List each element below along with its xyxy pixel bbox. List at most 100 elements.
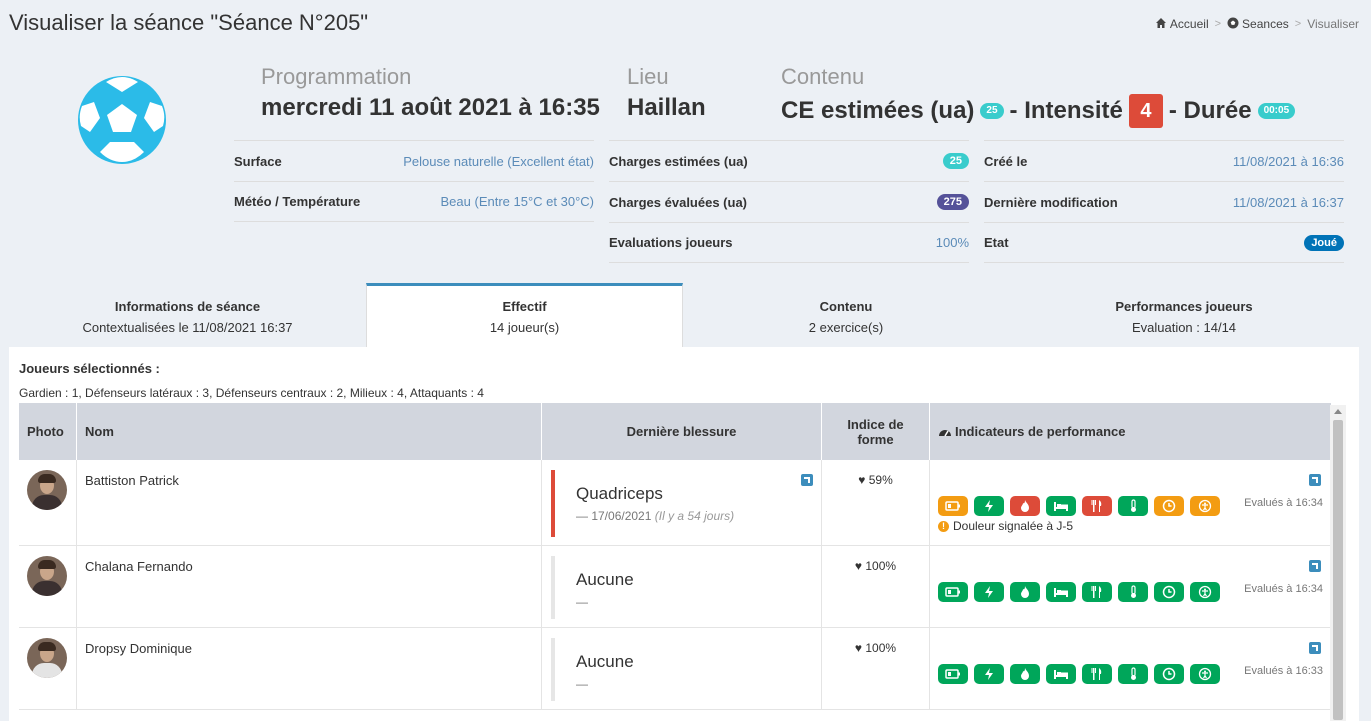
intensite-badge: 4 — [1128, 94, 1163, 128]
contenu-block: Contenu CE estimées (ua) 25 - Intensité … — [781, 64, 1301, 128]
forme-cell: ♥ 100% — [822, 628, 930, 709]
players-table: Photo Nom Dernière blessure Indice de fo… — [19, 403, 1331, 710]
injury-indicator — [551, 556, 555, 619]
info-row-charges-evaluees: Charges évaluées (ua) 275 — [609, 181, 969, 222]
tabs: Informations de séance Contextualisées l… — [9, 283, 1359, 347]
clock-icon — [1154, 496, 1184, 516]
soccer-ball-icon — [1227, 17, 1239, 29]
table-scrollbar[interactable] — [1330, 405, 1346, 721]
injury-date: — — [576, 595, 588, 609]
ce-label: CE estimées (ua) — [781, 97, 975, 124]
indicators-cell: Evalués à 16:33 — [930, 628, 1331, 709]
programmation-value: mercredi 11 août 2021 à 16:35 — [261, 94, 600, 121]
player-name[interactable]: Chalana Fernando — [85, 559, 193, 574]
tab-informations[interactable]: Informations de séance Contextualisées l… — [9, 283, 366, 347]
injury-title: Aucune — [576, 652, 634, 671]
battery-icon — [938, 496, 968, 516]
breadcrumb-current: Visualiser — [1307, 17, 1359, 31]
clock-icon — [1154, 582, 1184, 602]
photo-cell — [19, 460, 77, 545]
duree-badge: 00:05 — [1257, 103, 1296, 119]
forme-value: ♥ 100% — [854, 559, 897, 573]
breadcrumb-home[interactable]: Accueil — [1155, 17, 1209, 31]
external-link-icon[interactable] — [1309, 474, 1321, 486]
soccer-ball-icon — [76, 74, 168, 166]
info-row-etat: Etat Joué — [984, 222, 1344, 263]
injury-indicator — [551, 638, 555, 701]
external-link-icon[interactable] — [1309, 642, 1321, 654]
forme-value: ♥ 59% — [858, 473, 893, 487]
breadcrumb-separator: > — [1294, 18, 1302, 30]
thermometer-icon — [1118, 582, 1148, 602]
tab-performances[interactable]: Performances joueurs Evaluation : 14/14 — [1009, 283, 1359, 347]
name-cell: Battiston Patrick — [77, 460, 542, 545]
home-icon — [1155, 18, 1166, 28]
header-indicateurs: Indicateurs de performance — [930, 403, 1331, 460]
charges-estimees-badge: 25 — [942, 153, 969, 169]
bed-icon — [1046, 582, 1076, 602]
fire-icon — [1010, 496, 1040, 516]
info-row-meteo: Météo / Température Beau (Entre 15°C et … — [234, 181, 594, 222]
lieu-block: Lieu Haillan — [627, 64, 706, 122]
contenu-value: CE estimées (ua) 25 - Intensité 4 - Duré… — [781, 94, 1301, 128]
thermometer-icon — [1118, 664, 1148, 684]
dashboard-icon — [939, 429, 951, 436]
info-row-evaluations: Evaluations joueurs 100% — [609, 222, 969, 263]
exclamation-icon: ! — [938, 520, 949, 532]
table-row: Chalana Fernando Aucune — ♥ 100% Evalués… — [19, 546, 1331, 628]
forme-value: ♥ 100% — [854, 641, 897, 655]
scrollbar-thumb[interactable] — [1333, 420, 1343, 720]
injury-date: — — [576, 677, 588, 691]
table-header: Photo Nom Dernière blessure Indice de fo… — [19, 403, 1331, 460]
selected-players-title: Joueurs sélectionnés : — [19, 361, 160, 376]
player-name[interactable]: Dropsy Dominique — [85, 641, 192, 656]
info-mid: Charges estimées (ua) 25 Charges évaluée… — [609, 140, 969, 263]
photo-cell — [19, 546, 77, 627]
breadcrumb-separator: > — [1214, 18, 1222, 30]
photo-cell — [19, 628, 77, 709]
bolt-icon — [974, 582, 1004, 602]
warning-note: ! Douleur signalée à J-5 — [938, 519, 1073, 533]
breadcrumb-seances[interactable]: Seances — [1227, 17, 1289, 31]
player-name[interactable]: Battiston Patrick — [85, 473, 179, 488]
forme-cell: ♥ 59% — [822, 460, 930, 545]
heartbeat-icon: ♥ — [854, 559, 863, 573]
indicator-icons — [938, 496, 1220, 516]
person-icon — [1190, 664, 1220, 684]
tab-effectif[interactable]: Effectif 14 joueur(s) — [366, 283, 683, 347]
indicators-cell: Evalués à 16:34 ! Douleur signalée à J-5 — [930, 460, 1331, 545]
etat-badge: Joué — [1304, 234, 1344, 251]
utensils-icon — [1082, 496, 1112, 516]
external-link-icon[interactable] — [801, 474, 813, 486]
evaluated-time: Evalués à 16:34 — [1244, 497, 1323, 509]
bed-icon — [1046, 664, 1076, 684]
duree-label: - Durée — [1168, 97, 1252, 124]
injury-indicator — [551, 470, 555, 537]
thermometer-icon — [1118, 496, 1148, 516]
person-icon — [1190, 496, 1220, 516]
table-row: Dropsy Dominique Aucune — ♥ 100% Evalués… — [19, 628, 1331, 710]
external-link-icon[interactable] — [1309, 560, 1321, 572]
contenu-label: Contenu — [781, 64, 865, 89]
info-row-cree: Créé le 11/08/2021 à 16:36 — [984, 140, 1344, 181]
intensite-label: - Intensité — [1009, 97, 1123, 124]
tab-contenu[interactable]: Contenu 2 exercice(s) — [683, 283, 1009, 347]
info-row-charges-estimees: Charges estimées (ua) 25 — [609, 140, 969, 181]
fire-icon — [1010, 664, 1040, 684]
programmation-block: Programmation mercredi 11 août 2021 à 16… — [261, 64, 600, 122]
injury-title: Quadriceps — [576, 484, 663, 503]
effectif-panel: Joueurs sélectionnés : Gardien : 1, Défe… — [9, 347, 1359, 721]
header-photo: Photo — [19, 403, 77, 460]
scroll-up-arrow-icon[interactable] — [1334, 409, 1342, 414]
programmation-label: Programmation — [261, 64, 412, 89]
name-cell: Dropsy Dominique — [77, 628, 542, 709]
heartbeat-icon: ♥ — [858, 473, 866, 487]
forme-cell: ♥ 100% — [822, 546, 930, 627]
utensils-icon — [1082, 582, 1112, 602]
injury-cell: Quadriceps — 17/06/2021 (Il y a 54 jours… — [542, 460, 822, 545]
indicator-icons — [938, 582, 1220, 602]
bed-icon — [1046, 496, 1076, 516]
fire-icon — [1010, 582, 1040, 602]
info-row-surface: Surface Pelouse naturelle (Excellent éta… — [234, 140, 594, 181]
breadcrumb: Accueil > Seances > Visualiser — [1155, 17, 1359, 31]
